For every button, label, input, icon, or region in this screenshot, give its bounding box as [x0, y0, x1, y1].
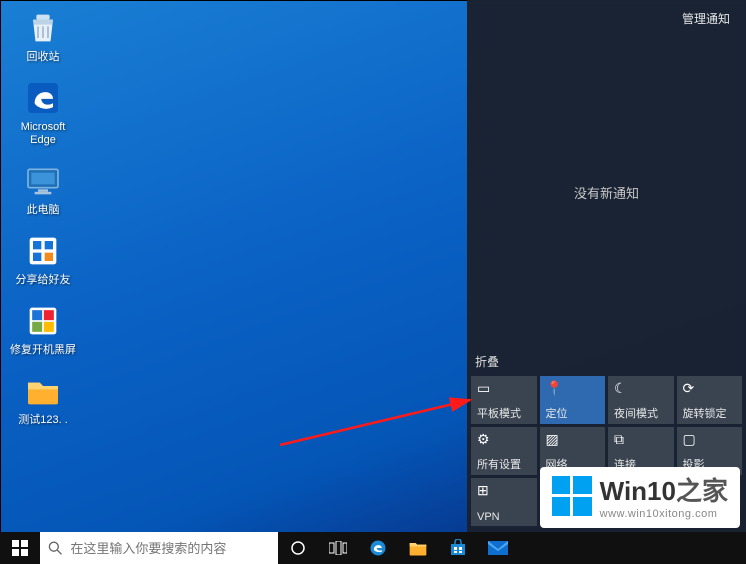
store-icon: [449, 539, 467, 557]
desktop-icons: 回收站 Microsoft Edge 此电脑 分享给好友 修复开机黑屏: [8, 8, 88, 441]
watermark-suffix: 之家: [676, 476, 728, 506]
network-icon: ▨: [546, 431, 600, 447]
edge-glyph: [23, 78, 63, 118]
windows-icon: [12, 540, 28, 556]
cortana-icon: [290, 540, 306, 556]
annotation-arrow: [275, 395, 495, 455]
share-app-icon[interactable]: 分享给好友: [8, 231, 78, 287]
search-box[interactable]: [40, 532, 278, 564]
collapse-link[interactable]: 折叠: [467, 347, 746, 376]
edge-icon: [368, 538, 388, 558]
share-app-label: 分享给好友: [8, 274, 78, 287]
taskbar-store[interactable]: [438, 532, 478, 564]
tile-all-settings[interactable]: ⚙ 所有设置: [471, 427, 537, 475]
mail-icon: [488, 541, 508, 555]
taskbar-mail[interactable]: [478, 532, 518, 564]
watermark-url: www.win10xitong.com: [600, 508, 728, 520]
vpn-icon: ⊞: [477, 482, 531, 498]
search-icon: [48, 540, 62, 556]
tile-vpn[interactable]: ⊞ VPN: [471, 478, 537, 526]
test-folder-label: 测试123. .: [8, 414, 78, 427]
this-pc-label: 此电脑: [8, 204, 78, 217]
start-button[interactable]: [0, 532, 40, 564]
connect-icon: ⧉: [614, 431, 668, 447]
cortana-button[interactable]: [278, 532, 318, 564]
recycle-bin-label: 回收站: [8, 51, 78, 64]
manage-notifications-link[interactable]: 管理通知: [467, 0, 746, 37]
win10-logo-icon: [552, 476, 592, 516]
tile-rotation-lock[interactable]: ⟳ 旋转锁定: [677, 376, 743, 424]
moon-icon: ☾: [614, 380, 668, 396]
task-view-button[interactable]: [318, 532, 358, 564]
tile-night-mode[interactable]: ☾ 夜间模式: [608, 376, 674, 424]
recycle-bin-glyph: [23, 8, 63, 48]
watermark: Win10之家 www.win10xitong.com: [540, 467, 740, 528]
test-folder-icon[interactable]: 测试123. .: [8, 371, 78, 427]
desktop: 回收站 Microsoft Edge 此电脑 分享给好友 修复开机黑屏: [0, 0, 746, 564]
share-app-glyph: [23, 231, 63, 271]
this-pc-icon[interactable]: 此电脑: [8, 161, 78, 217]
watermark-brand: Win10: [600, 476, 676, 506]
folder-icon: [408, 539, 428, 557]
repair-app-label: 修复开机黑屏: [8, 344, 78, 357]
no-notifications-text: 没有新通知: [467, 37, 746, 347]
tablet-icon: ▭: [477, 380, 531, 396]
taskbar: [0, 532, 746, 564]
edge-label: Microsoft Edge: [8, 121, 78, 147]
edge-icon[interactable]: Microsoft Edge: [8, 78, 78, 147]
rotation-icon: ⟳: [683, 380, 737, 396]
tile-tablet-mode[interactable]: ▭ 平板模式: [471, 376, 537, 424]
repair-app-glyph: [23, 301, 63, 341]
taskbar-explorer[interactable]: [398, 532, 438, 564]
task-view-icon: [329, 541, 347, 555]
location-icon: 📍: [546, 380, 600, 396]
settings-icon: ⚙: [477, 431, 531, 447]
folder-glyph: [23, 371, 63, 411]
project-icon: ▢: [683, 431, 737, 447]
this-pc-glyph: [23, 161, 63, 201]
taskbar-edge[interactable]: [358, 532, 398, 564]
recycle-bin-icon[interactable]: 回收站: [8, 8, 78, 64]
search-input[interactable]: [70, 541, 270, 556]
repair-app-icon[interactable]: 修复开机黑屏: [8, 301, 78, 357]
action-center: 管理通知 没有新通知 折叠 ▭ 平板模式 📍 定位 ☾ 夜间模式 ⟳ 旋转锁定 …: [467, 0, 746, 532]
tile-location[interactable]: 📍 定位: [540, 376, 606, 424]
